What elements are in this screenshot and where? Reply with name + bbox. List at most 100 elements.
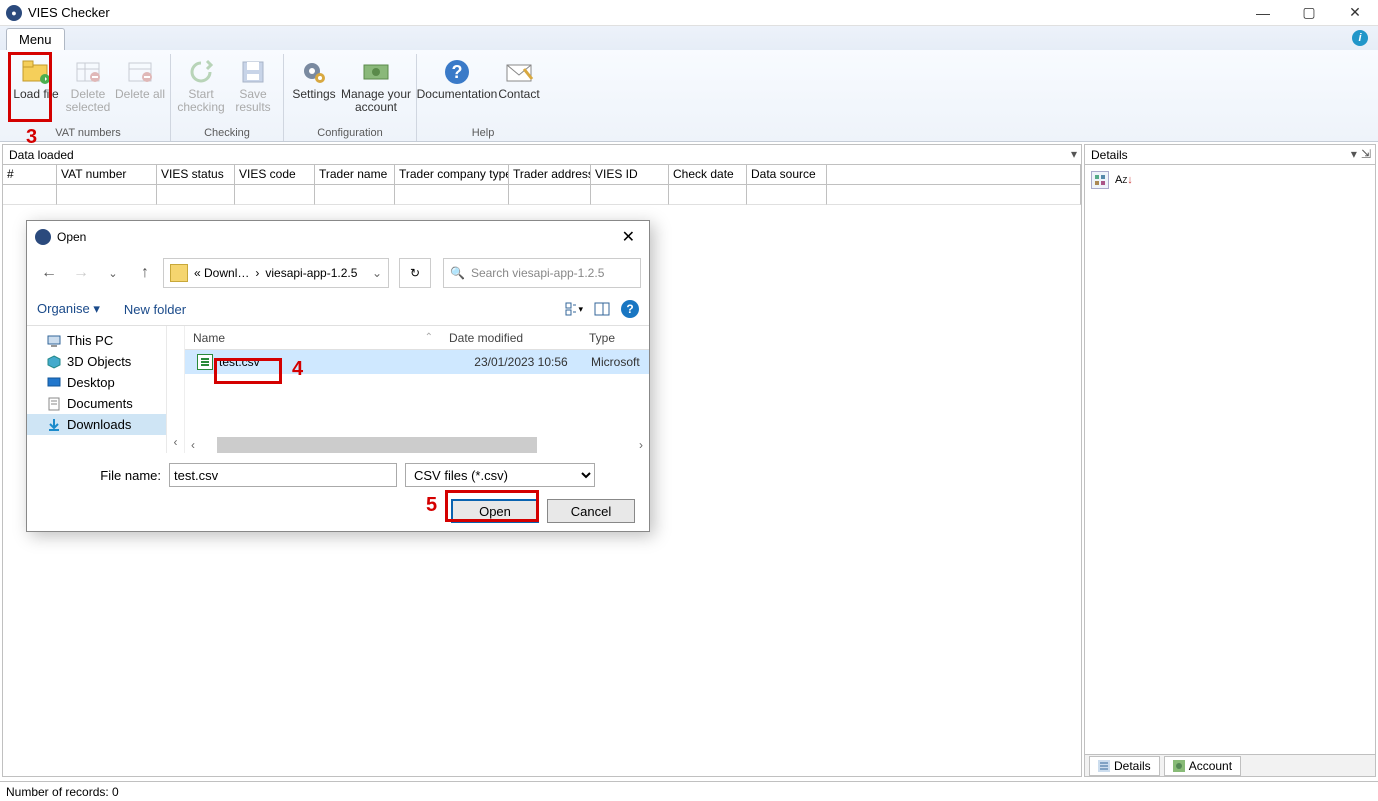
col-company-type[interactable]: Trader company type — [395, 165, 509, 184]
minimize-button[interactable]: ― — [1240, 0, 1286, 26]
nav-up-button[interactable]: ↑ — [131, 259, 159, 287]
col-check-date[interactable]: Check date — [669, 165, 747, 184]
delete-all-icon — [124, 56, 156, 88]
gear-icon — [298, 56, 330, 88]
ribbon-group-checking-label: Checking — [204, 127, 250, 141]
file-name-label: File name: — [41, 468, 161, 483]
load-file-button[interactable]: Load file — [10, 54, 62, 127]
col-data-source[interactable]: Data source — [747, 165, 827, 184]
status-records: Number of records: 0 — [6, 785, 119, 799]
address-bar[interactable]: « Downl… › viesapi-app-1.2.5 ⌄ — [163, 258, 389, 288]
col-trader-name[interactable]: Trader name — [315, 165, 395, 184]
file-type-filter[interactable]: CSV files (*.csv) — [405, 463, 595, 487]
ribbon-group-help-label: Help — [472, 127, 495, 141]
dialog-help-icon[interactable]: ? — [621, 300, 639, 318]
file-row[interactable]: test.csv 23/01/2023 10:56 Microsoft — [185, 350, 649, 374]
desktop-icon — [47, 376, 61, 390]
account-tab[interactable]: Account — [1164, 756, 1241, 776]
save-results-button[interactable]: Save results — [227, 54, 279, 127]
refresh-icon — [185, 56, 217, 88]
cancel-button[interactable]: Cancel — [547, 499, 635, 523]
view-options-button[interactable]: ▾ — [565, 300, 583, 318]
panel-menu-icon[interactable]: ▾ — [1071, 147, 1077, 161]
menu-tab-row: Menu i — [0, 26, 1378, 50]
organise-button[interactable]: Organise ▾ — [37, 301, 100, 317]
ribbon-group-vat-label: VAT numbers — [55, 127, 120, 141]
nav-3d-objects[interactable]: 3D Objects — [27, 351, 166, 372]
menu-tab[interactable]: Menu — [6, 28, 65, 50]
grid-header: # VAT number VIES status VIES code Trade… — [3, 165, 1081, 185]
details-panel-title: Details — [1091, 148, 1128, 162]
tree-scroll-left[interactable]: ‹ — [167, 326, 185, 453]
nav-history-button[interactable]: ⌄ — [99, 259, 127, 287]
file-list: Name⌃ Date modified Type test.csv 23/01/… — [185, 326, 649, 453]
open-button[interactable]: Open — [451, 499, 539, 523]
download-icon — [47, 418, 61, 432]
panel-dropdown-icon[interactable]: ▾ — [1351, 147, 1357, 161]
preview-pane-button[interactable] — [593, 300, 611, 318]
details-tab-icon — [1098, 760, 1110, 772]
search-icon: 🔍 — [450, 266, 465, 280]
col-index[interactable]: # — [3, 165, 57, 184]
col-name[interactable]: Name⌃ — [185, 331, 441, 345]
col-vat-number[interactable]: VAT number — [57, 165, 157, 184]
csv-file-icon — [197, 354, 213, 370]
mail-icon — [503, 56, 535, 88]
nav-back-button[interactable]: ← — [35, 259, 63, 287]
dialog-close-button[interactable]: ✕ — [616, 227, 641, 247]
file-date-cell: 23/01/2023 10:56 — [451, 355, 591, 369]
status-bar: Number of records: 0 — [0, 781, 1378, 801]
delete-all-button[interactable]: Delete all — [114, 54, 166, 127]
nav-desktop[interactable]: Desktop — [27, 372, 166, 393]
col-date[interactable]: Date modified — [441, 331, 581, 345]
nav-this-pc[interactable]: This PC — [27, 330, 166, 351]
close-button[interactable]: ✕ — [1332, 0, 1378, 26]
ribbon-group-config-label: Configuration — [317, 127, 382, 141]
cube-icon — [47, 355, 61, 369]
manage-account-button[interactable]: Manage your account — [340, 54, 412, 127]
window-title: VIES Checker — [28, 5, 1240, 20]
document-icon — [47, 397, 61, 411]
start-checking-button[interactable]: Start checking — [175, 54, 227, 127]
dialog-app-icon — [35, 229, 51, 245]
folder-open-icon — [20, 56, 52, 88]
account-tab-icon — [1173, 760, 1185, 772]
nav-forward-button[interactable]: → — [67, 259, 95, 287]
account-icon — [360, 56, 392, 88]
dialog-title: Open — [57, 230, 616, 244]
ribbon: Load file Delete selected Delete all VAT… — [0, 50, 1378, 142]
col-type[interactable]: Type — [581, 331, 649, 345]
file-name-cell: test.csv — [219, 355, 451, 369]
maximize-button[interactable]: ▢ — [1286, 0, 1332, 26]
help-icon: ? — [441, 56, 473, 88]
panel-pin-icon[interactable]: ⇲ — [1361, 147, 1371, 161]
details-tab[interactable]: Details — [1089, 756, 1160, 776]
file-type-cell: Microsoft — [591, 355, 649, 369]
nav-documents[interactable]: Documents — [27, 393, 166, 414]
contact-button[interactable]: Contact — [493, 54, 545, 127]
nav-downloads[interactable]: Downloads — [27, 414, 166, 435]
info-icon[interactable]: i — [1352, 30, 1368, 46]
col-vies-id[interactable]: VIES ID — [591, 165, 669, 184]
details-panel: Details ▾ ⇲ AZ↓ Details Account — [1084, 144, 1376, 777]
delete-selected-button[interactable]: Delete selected — [62, 54, 114, 127]
col-vies-code[interactable]: VIES code — [235, 165, 315, 184]
svg-text:?: ? — [452, 62, 463, 82]
grid-filter-row — [3, 185, 1081, 205]
data-panel-title: Data loaded — [9, 148, 74, 162]
search-input[interactable]: 🔍 Search viesapi-app-1.2.5 — [443, 258, 641, 288]
file-name-input[interactable] — [169, 463, 397, 487]
sort-indicator-icon: ⌃ — [425, 332, 433, 343]
folder-icon — [170, 264, 188, 282]
new-folder-button[interactable]: New folder — [124, 302, 186, 317]
file-list-scrollbar[interactable]: ‹› — [185, 437, 649, 453]
col-trader-address[interactable]: Trader address — [509, 165, 591, 184]
sort-az-icon[interactable]: AZ↓ — [1115, 171, 1133, 189]
settings-button[interactable]: Settings — [288, 54, 340, 127]
documentation-button[interactable]: ? Documentation — [421, 54, 493, 127]
categorize-icon[interactable] — [1091, 171, 1109, 189]
breadcrumb-dropdown-icon[interactable]: ⌄ — [372, 266, 382, 280]
refresh-button[interactable]: ↻ — [399, 258, 431, 288]
col-vies-status[interactable]: VIES status — [157, 165, 235, 184]
app-icon: ● — [6, 5, 22, 21]
